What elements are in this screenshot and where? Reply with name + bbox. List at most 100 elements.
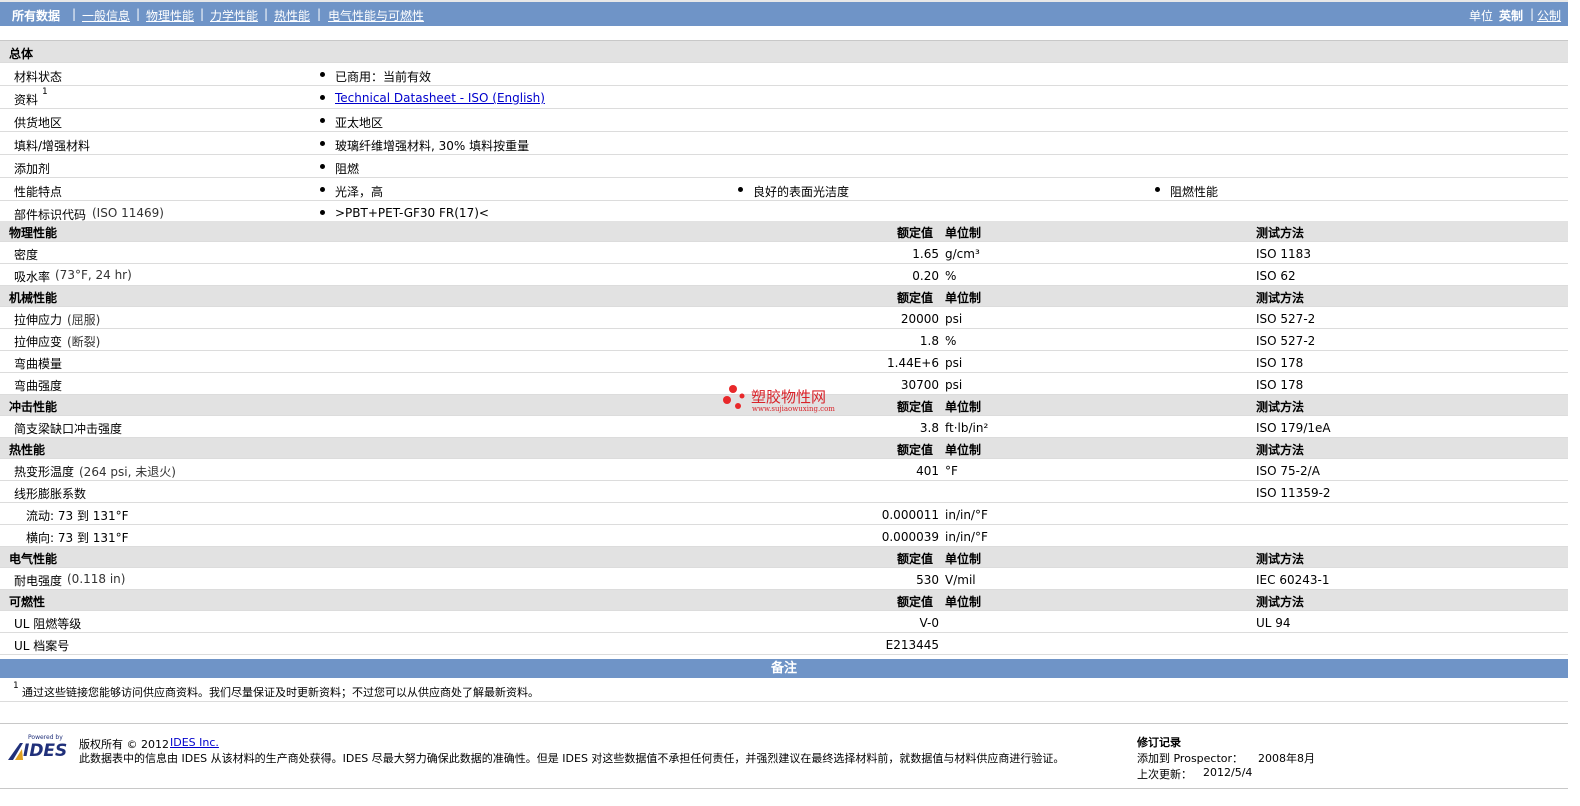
ides-company-link[interactable]: IDES Inc. [170,736,219,749]
revision-title: 修订记录 [1137,736,1181,749]
test-method: UL 94 [1256,616,1291,630]
property-condition: (73°F, 24 hr) [55,268,132,282]
test-method: ISO 527-2 [1256,334,1316,348]
property-value: 1.65 [912,247,939,261]
property-label: 耐电强度 [14,574,63,588]
column-header-method: 测试方法 [1256,291,1305,305]
property-row: UL 阻燃等级 V-0 UL 94 [0,611,1568,633]
general-row-value: 亚太地区 [335,116,384,130]
property-label: 拉伸应变 [14,335,63,349]
general-row-value: 玻璃纤维增强材料, 30% 填料按重量 [335,139,530,153]
property-value: 401 [916,464,939,478]
column-header-method: 测试方法 [1256,443,1305,457]
bullet-icon [320,210,325,215]
nav-thermal[interactable]: 热性能 [274,7,310,24]
property-unit: in/in/°F [945,508,988,522]
general-row: 资料 1 Technical Datasheet - ISO (English) [0,86,1568,109]
general-row-label: 添加剂 [14,162,51,176]
nav-mechanical[interactable]: 力学性能 [210,7,258,24]
general-row-label: 性能特点 [14,185,63,199]
property-condition: (0.118 in) [67,572,126,586]
ides-logo-mark-icon [8,743,23,760]
nav-all-data[interactable]: 所有数据 [12,7,60,24]
general-row: 添加剂 阻燃 [0,155,1568,178]
property-unit: V/mil [945,573,976,587]
nav-general-info[interactable]: 一般信息 [82,7,130,24]
watermark-url: www.sujiaowuxing.com [752,405,835,413]
property-row: 线形膨胀系数 ISO 11359-2 [0,481,1568,503]
section-header: 机械性能 额定值 单位制 测试方法 [0,286,1568,307]
logo-powered-by: Powered by [28,734,63,741]
divider [0,723,1568,724]
property-label: 弯曲模量 [14,357,63,371]
general-row-value: 阻燃性能 [1170,185,1219,199]
property-label: 线形膨胀系数 [14,487,87,501]
property-row: 密度 1.65 g/cm³ ISO 1183 [0,242,1568,264]
section-header: 可燃性 额定值 单位制 测试方法 [0,590,1568,611]
nav-separator: | [317,7,322,21]
property-label: 简支梁缺口冲击强度 [14,422,123,436]
top-rim [0,0,1568,2]
bullet-icon [320,187,325,192]
column-header-method: 测试方法 [1256,552,1305,566]
footnote-marker: 1 [42,87,48,97]
bullet-icon [320,141,325,146]
section-header-general: 总体 [0,41,1568,63]
property-row: 流动: 73 到 131°F 0.000011 in/in/°F [0,503,1568,525]
divider [0,788,1568,789]
section-title: 物理性能 [9,226,58,240]
property-unit: ft·lb/in² [945,421,989,435]
disclaimer: 此数据表中的信息由 IDES 从该材料的生产商处获得。IDES 尽最大努力确保此… [79,752,1065,765]
test-method: ISO 179/1eA [1256,421,1331,435]
section-title: 电气性能 [9,552,58,566]
property-unit: psi [945,378,963,392]
property-label: 热变形温度 [14,465,75,479]
watermark-dots-icon [723,385,745,409]
property-row: 横向: 73 到 131°F 0.000039 in/in/°F [0,525,1568,547]
property-row: 拉伸应力 (屈服) 20000 psi ISO 527-2 [0,307,1568,329]
nav-electrical-flammability[interactable]: 电气性能与可燃性 [328,7,424,24]
property-unit: in/in/°F [945,530,988,544]
general-row-value: 已商用：当前有效 [335,70,432,84]
general-row-label: 供货地区 [14,116,63,130]
column-header-value: 额定值 [897,291,934,305]
property-label: 弯曲强度 [14,379,63,393]
property-value: 20000 [900,312,939,326]
units-metric[interactable]: 公制 [1537,7,1561,24]
property-label: 横向: 73 到 131°F [26,531,129,545]
notes-row: 1 通过这些链接您能够访问供应商资料。我们尽量保证及时更新资料；不过您可以从供应… [0,679,1568,702]
column-header-unit: 单位制 [945,400,982,414]
top-nav-bar: 所有数据 | 一般信息 | 物理性能 | 力学性能 | 热性能 | 电气性能与可… [0,0,1568,26]
general-row-value: 阻燃 [335,162,360,176]
column-header-unit: 单位制 [945,552,982,566]
column-header-unit: 单位制 [945,291,982,305]
property-value: 3.8 [919,421,939,435]
property-condition: (断裂) [67,335,101,349]
bullet-icon [738,187,743,192]
bullet-icon [320,118,325,123]
nav-physical[interactable]: 物理性能 [146,7,194,24]
units-english[interactable]: 英制 [1499,7,1523,24]
property-label: 流动: 73 到 131°F [26,509,129,523]
watermark: 塑胶物性网 www.sujiaowuxing.com [722,383,852,413]
datasheet-link[interactable]: Technical Datasheet - ISO (English) [335,91,545,105]
test-method: ISO 11359-2 [1256,486,1331,500]
test-method: ISO 75-2/A [1256,464,1320,478]
property-row: UL 档案号 E213445 [0,633,1568,655]
property-value: 30700 [900,378,939,392]
nav-separator: | [72,7,77,21]
watermark-title: 塑胶物性网 [751,388,827,406]
property-value: 1.44E+6 [887,356,939,370]
added-label: 添加到 Prospector： [1137,752,1244,765]
bullet-icon [320,95,325,100]
column-header-value: 额定值 [897,443,934,457]
property-unit: % [945,269,957,283]
property-value: 1.8 [919,334,939,348]
column-header-value: 额定值 [897,226,934,240]
nav-separator: | [200,7,205,21]
column-header-method: 测试方法 [1256,595,1305,609]
property-condition: (264 psi, 未退火) [79,465,176,479]
bullet-icon [320,164,325,169]
property-unit: % [945,334,957,348]
property-label: 吸水率 [14,270,51,284]
